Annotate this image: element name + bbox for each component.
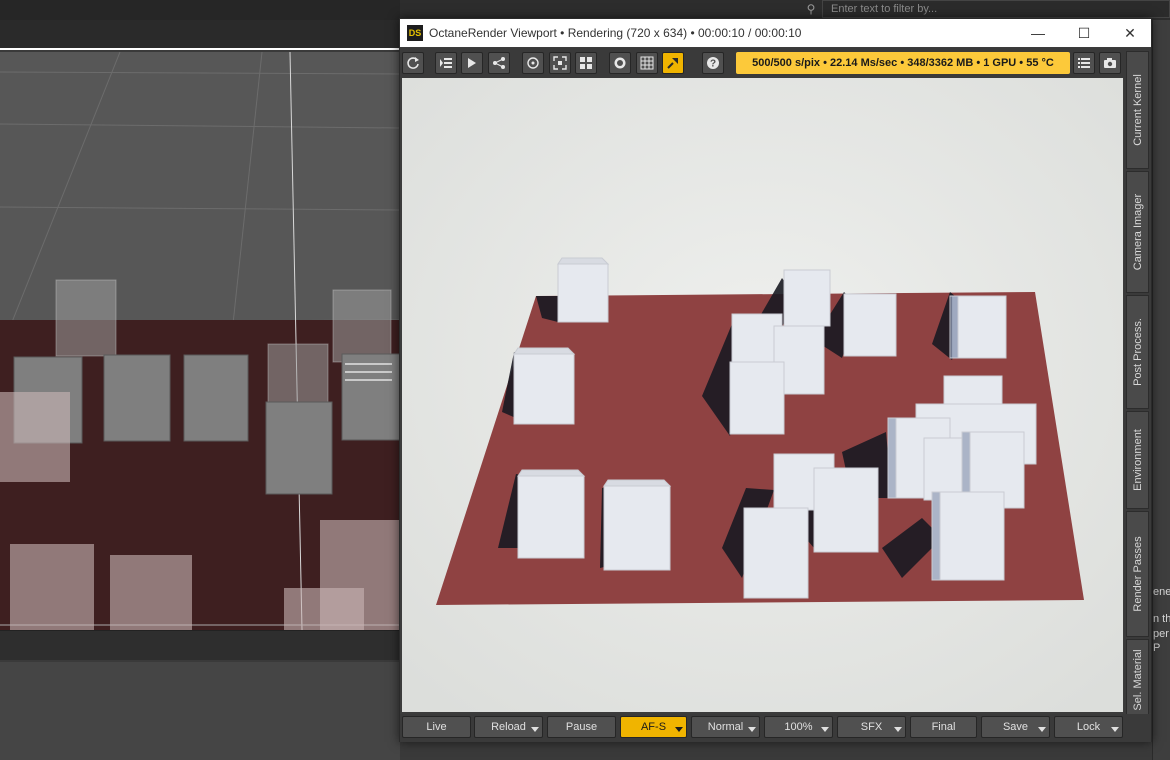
cube <box>517 469 586 559</box>
host-3d-viewport[interactable] <box>0 52 400 630</box>
cube <box>949 295 1007 359</box>
scene-outliner-icon[interactable] <box>435 52 457 74</box>
maximize-button[interactable]: ☐ <box>1064 21 1104 45</box>
pause-button[interactable]: Pause <box>547 716 616 738</box>
cube <box>783 269 831 327</box>
layout-grid-icon[interactable] <box>575 52 597 74</box>
tab-environment[interactable]: Environment <box>1126 411 1149 509</box>
cube <box>931 491 1005 581</box>
search-icon: ⚲ <box>806 2 816 16</box>
host-panel-text: P <box>1153 642 1161 654</box>
side-panel-tabs: Current Kernel Camera Imager Post Proces… <box>1124 49 1151 721</box>
tab-post-process[interactable]: Post Process. <box>1126 295 1149 409</box>
lock-button[interactable]: Lock <box>1054 716 1123 738</box>
chevron-down-icon[interactable] <box>821 727 829 732</box>
send-to-icon[interactable] <box>461 52 483 74</box>
app-logo: DS <box>407 25 423 41</box>
render-controls-bar: Live Reload Pause AF-S Normal 100% SFX F… <box>400 714 1151 742</box>
cube <box>729 361 785 435</box>
pin-active-icon[interactable] <box>662 52 684 74</box>
host-panel-text: n the <box>1153 613 1170 625</box>
cube <box>557 257 610 323</box>
final-button[interactable]: Final <box>910 716 977 738</box>
chevron-down-icon[interactable] <box>748 727 756 732</box>
host-panel-text: ene <box>1153 586 1170 598</box>
chevron-down-icon[interactable] <box>675 727 683 732</box>
tab-sel-material[interactable]: Sel. Material <box>1126 639 1149 721</box>
sfx-button[interactable]: SFX <box>837 716 906 738</box>
chevron-down-icon[interactable] <box>894 727 902 732</box>
live-button[interactable]: Live <box>402 716 471 738</box>
normal-button[interactable]: Normal <box>691 716 760 738</box>
host-panel-text: per <box>1153 628 1169 640</box>
close-button[interactable]: ✕ <box>1110 21 1150 45</box>
render-image <box>402 78 1123 712</box>
title-bar[interactable]: DS OctaneRender Viewport • Rendering (72… <box>400 19 1151 47</box>
host-lower-panel <box>0 662 400 760</box>
render-viewport[interactable] <box>402 78 1123 712</box>
render-toolbar: ? 500/500 s/pix • 22.14 Ms/sec • 348/336… <box>400 48 1151 78</box>
chevron-down-icon[interactable] <box>531 727 539 732</box>
list-icon[interactable] <box>1073 52 1095 74</box>
grid-icon[interactable] <box>636 52 658 74</box>
help-icon[interactable]: ? <box>702 52 724 74</box>
cube <box>603 479 672 571</box>
chevron-down-icon[interactable] <box>1038 727 1046 732</box>
fit-region-icon[interactable] <box>549 52 571 74</box>
node-graph-icon[interactable] <box>488 52 510 74</box>
window-title: OctaneRender Viewport • Rendering (720 x… <box>429 26 802 40</box>
host-viewport-scene <box>0 52 400 630</box>
filter-input[interactable]: Enter text to filter by... <box>822 0 1170 18</box>
camera-icon[interactable] <box>1099 52 1121 74</box>
screen: ⚲ Enter text to filter by... ene n th pe… <box>0 0 1170 760</box>
focus-picker-icon[interactable] <box>522 52 544 74</box>
cube <box>843 293 897 357</box>
cube <box>743 507 809 599</box>
tab-render-passes[interactable]: Render Passes <box>1126 511 1149 637</box>
minimize-button[interactable]: — <box>1018 21 1058 45</box>
save-button[interactable]: Save <box>981 716 1050 738</box>
render-status-bar: 500/500 s/pix • 22.14 Ms/sec • 348/3362 … <box>736 52 1070 74</box>
reload-button[interactable]: Reload <box>474 716 543 738</box>
record-icon[interactable] <box>609 52 631 74</box>
host-timeline-bar <box>0 630 400 660</box>
cube <box>813 467 879 553</box>
svg-text:?: ? <box>710 59 716 70</box>
tab-current-kernel[interactable]: Current Kernel <box>1126 51 1149 169</box>
af-s-button[interactable]: AF-S <box>620 716 687 738</box>
chevron-down-icon[interactable] <box>1111 727 1119 732</box>
cube <box>513 347 576 425</box>
zoom-button[interactable]: 100% <box>764 716 833 738</box>
tab-camera-imager[interactable]: Camera Imager <box>1126 171 1149 293</box>
host-viewport-tabbar <box>0 20 400 50</box>
octane-viewport-window[interactable]: DS OctaneRender Viewport • Rendering (72… <box>399 18 1152 742</box>
refresh-icon[interactable] <box>402 52 424 74</box>
